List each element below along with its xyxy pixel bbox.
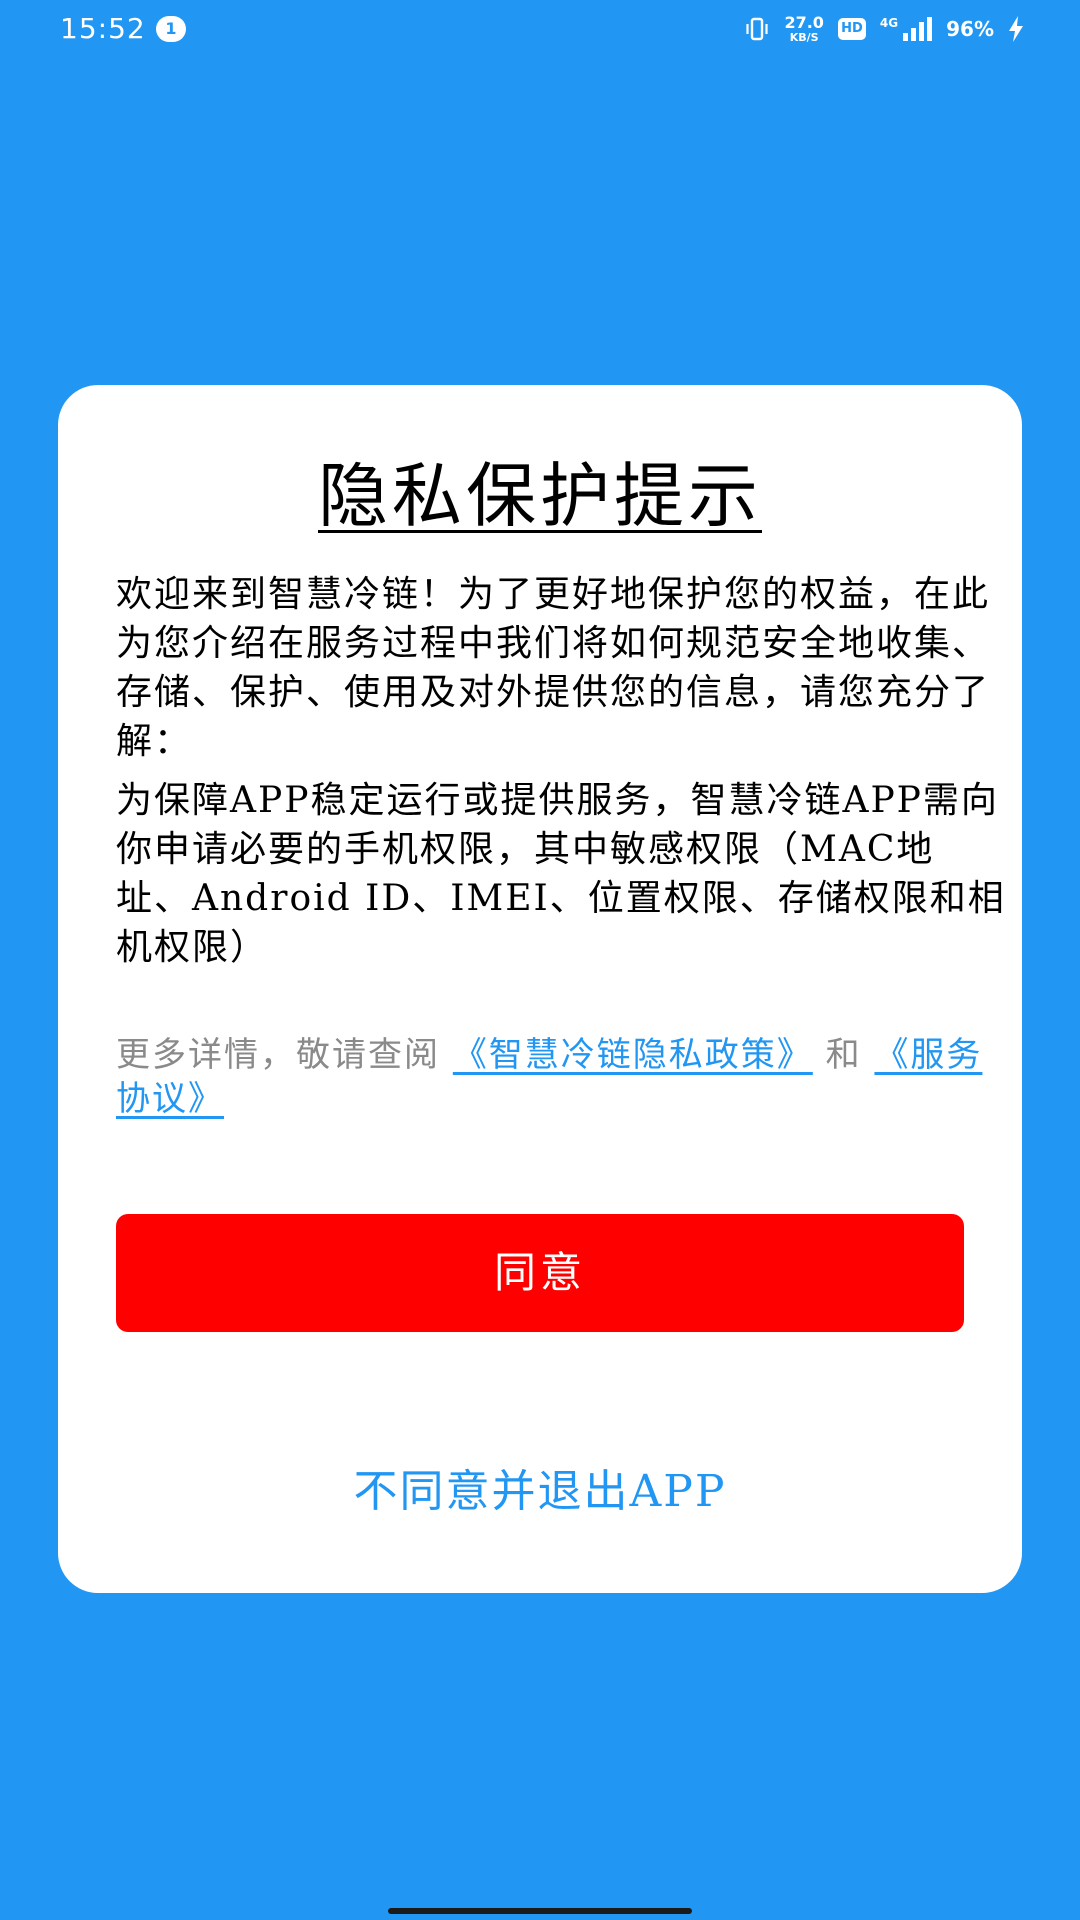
agree-button[interactable]: 同意 [116,1214,964,1332]
notification-count-badge: 1 [156,16,186,42]
vibrate-icon [744,16,770,42]
status-bar: 15:52 1 27.0 KB/S HD 4G 96% [0,0,1080,56]
charging-bolt-icon [1008,16,1024,42]
privacy-policy-link[interactable]: 《智慧冷链隐私政策》 [453,1035,813,1075]
privacy-paragraph-permissions: 为保障APP稳定运行或提供服务，智慧冷链APP需向你申请必要的手机权限，其中敏感… [116,780,1006,968]
gesture-nav-handle[interactable] [388,1908,692,1914]
privacy-paragraph-intro: 欢迎来到智慧冷链！为了更好地保护您的权益，在此为您介绍在服务过程中我们将如何规范… [116,574,991,762]
hd-badge: HD [837,18,866,40]
dialog-title: 隐私保护提示 [318,455,762,537]
signal-icon [902,16,933,42]
status-time: 15:52 [60,12,146,45]
more-details-prefix: 更多详情，敬请查阅 [116,1035,440,1075]
more-details-line: 更多详情，敬请查阅 《智慧冷链隐私政策》 和 《服务协议》 [116,1033,1006,1121]
battery-percent: 96% [946,17,994,41]
net-speed: 27.0 KB/S [784,13,824,44]
network-type: 4G [879,16,899,30]
privacy-text-scroll[interactable]: 欢迎来到智慧冷链！为了更好地保护您的权益，在此为您介绍在服务过程中我们将如何规范… [116,570,1006,970]
privacy-dialog: 隐私保护提示 欢迎来到智慧冷链！为了更好地保护您的权益，在此为您介绍在服务过程中… [58,385,1022,1593]
status-icons: 27.0 KB/S HD 4G 96% [744,12,1024,46]
disagree-exit-button[interactable]: 不同意并退出APP [58,1455,1022,1519]
more-details-and: 和 [825,1035,862,1075]
